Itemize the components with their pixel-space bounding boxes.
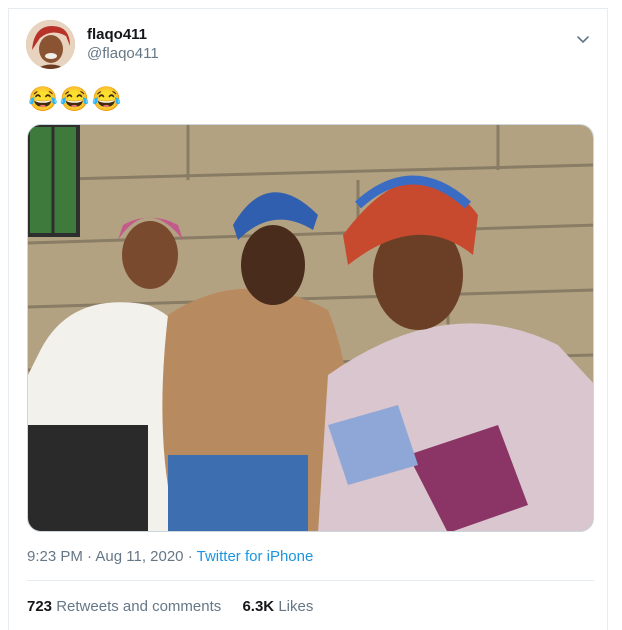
display-name[interactable]: flaqo411 — [87, 26, 147, 43]
user-handle[interactable]: @flaqo411 — [87, 45, 159, 62]
likes-count: 6.3K — [242, 598, 275, 615]
divider — [27, 580, 594, 581]
tweet-stats: 723 Retweets and comments 6.3K Likes — [27, 598, 330, 615]
retweets-count: 723 — [27, 598, 53, 615]
tweet-time[interactable]: 9:23 PM — [27, 548, 83, 565]
tweet-photo[interactable] — [27, 124, 594, 532]
tweet-text: 😂😂😂 — [28, 86, 124, 113]
tweet-meta: 9:23 PM · Aug 11, 2020 · Twitter for iPh… — [27, 548, 313, 565]
chevron-down-icon[interactable] — [573, 29, 593, 49]
likes-stat[interactable]: 6.3K Likes — [242, 598, 313, 615]
tweet-source-link[interactable]: Twitter for iPhone — [197, 548, 314, 565]
tweet-date[interactable]: Aug 11, 2020 — [95, 548, 183, 565]
meta-separator: · — [187, 548, 193, 565]
retweets-label: Retweets and comments — [56, 598, 222, 615]
meta-separator: · — [87, 548, 93, 565]
photo-image — [28, 125, 593, 531]
tweet-card: flaqo411 @flaqo411 😂😂😂 9:23 PM · Aug 11,… — [8, 8, 608, 630]
likes-label: Likes — [278, 598, 314, 615]
avatar[interactable] — [26, 20, 75, 69]
avatar-image — [26, 20, 75, 69]
retweets-stat[interactable]: 723 Retweets and comments — [27, 598, 221, 615]
